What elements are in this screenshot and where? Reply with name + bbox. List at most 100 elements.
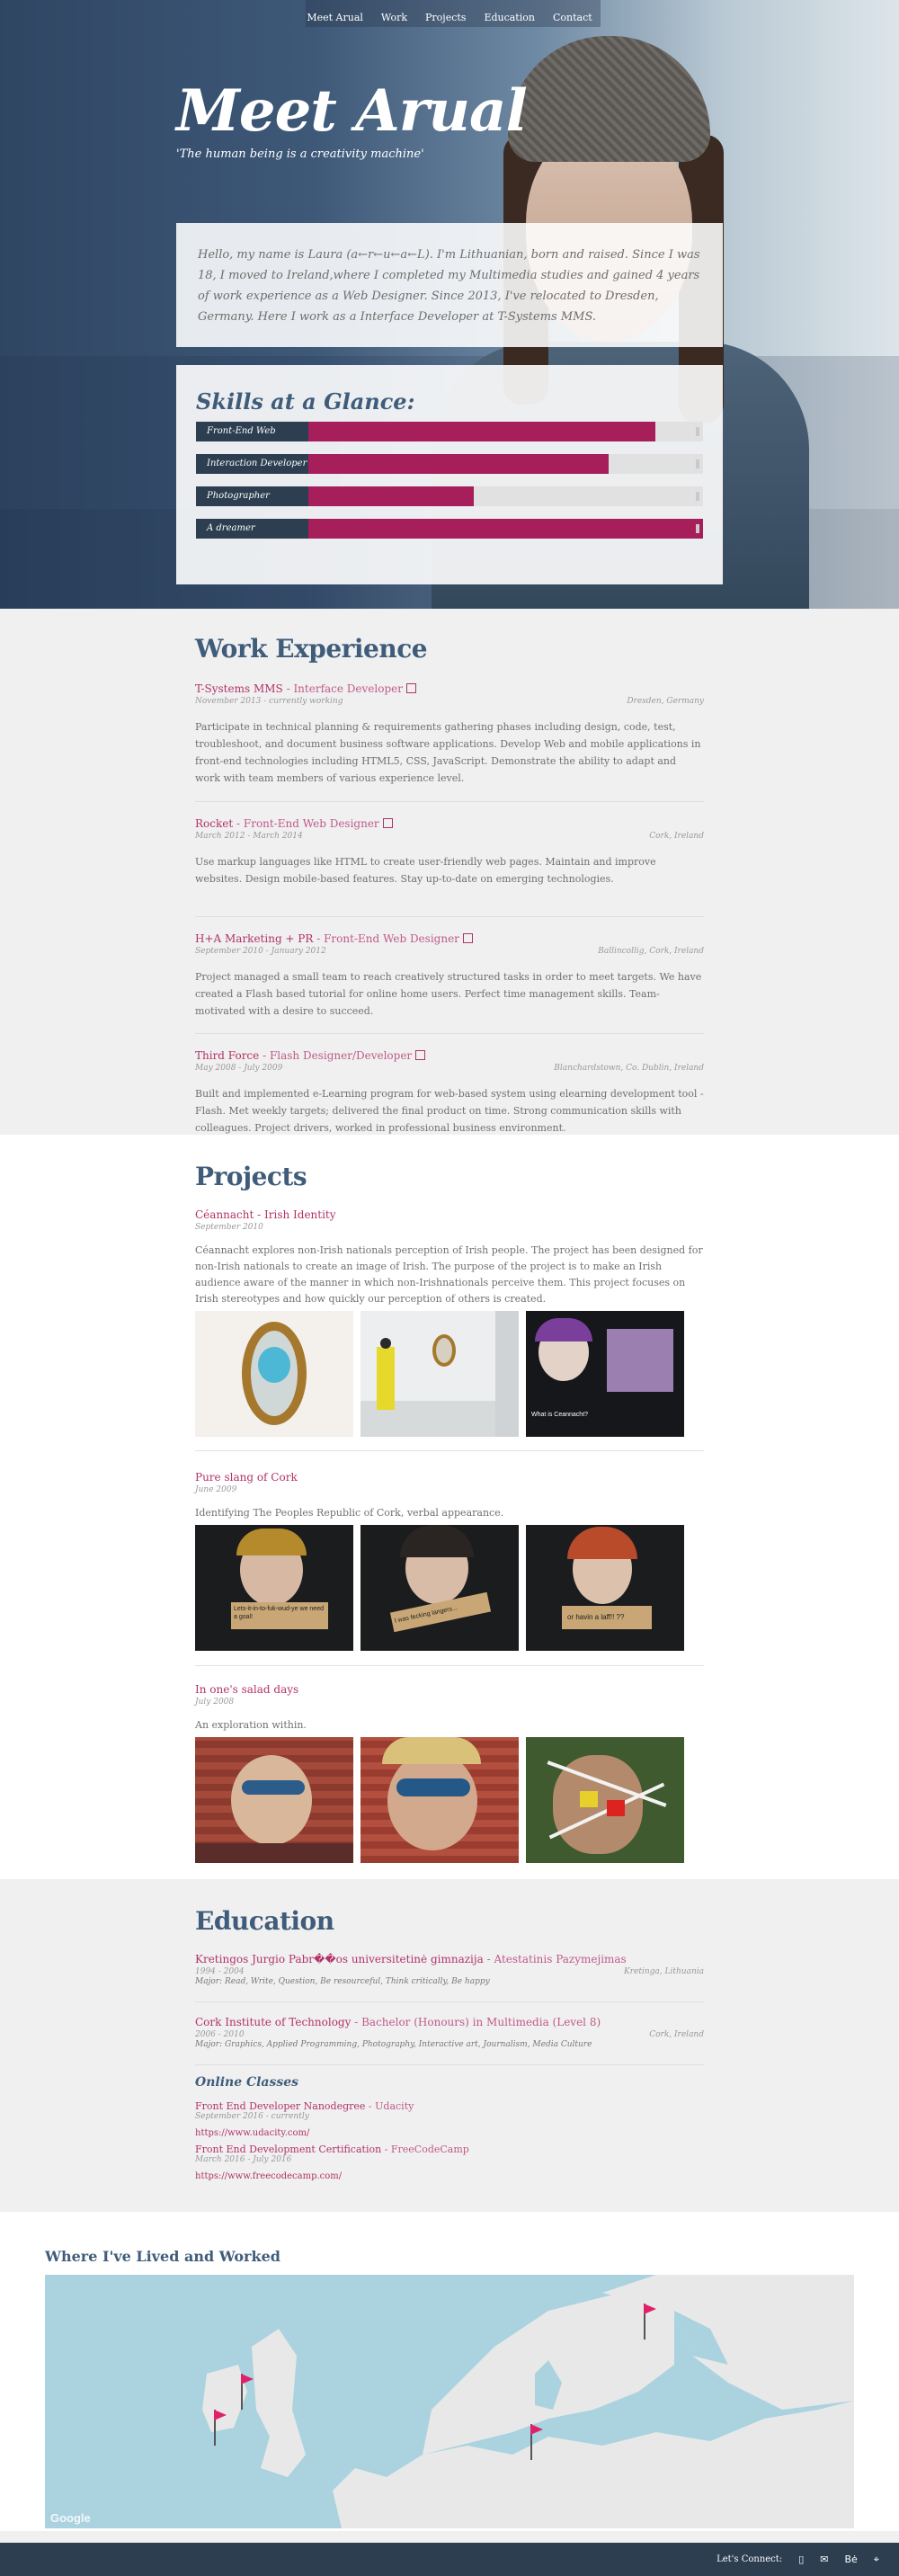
job-role[interactable]: Front-End Web Designer	[324, 932, 459, 945]
online-classes-title: Online Classes	[195, 2075, 299, 2090]
skill-label: Photographer	[196, 486, 308, 506]
job-item: Rocket - Front-End Web Designer March 201…	[195, 817, 704, 917]
job-description: Participate in technical planning & requ…	[195, 721, 701, 784]
location-icon[interactable]: ⌖	[874, 2554, 879, 2566]
school-name[interactable]: Kretingos Jurgio Pabr��os universitetinė…	[195, 1953, 484, 1965]
online-class-dates: September 2016 - currently	[195, 2112, 309, 2121]
lets-connect-label: Let's Connect:	[717, 2554, 783, 2564]
projects-title: Projects	[195, 1162, 307, 1191]
project-title[interactable]: Céannacht - Irish Identity	[195, 1208, 704, 1221]
job-company[interactable]: T-Systems MMS	[195, 682, 283, 695]
job-company[interactable]: Third Force	[195, 1049, 259, 1062]
online-class-item: Front End Developer Nanodegree - Udacity…	[195, 2100, 704, 2138]
online-class-name[interactable]: Front End Developer Nanodegree	[195, 2100, 365, 2112]
job-location: Dresden, Germany	[627, 697, 704, 706]
map[interactable]: Google	[45, 2275, 854, 2528]
project-date: July 2008	[195, 1698, 235, 1707]
project-description: An exploration within.	[195, 1719, 307, 1731]
project-thumb[interactable]	[195, 1311, 353, 1437]
project-item: Pure slang of Cork June 2009 Identifying…	[195, 1471, 704, 1521]
project-thumb[interactable]	[526, 1737, 684, 1863]
skills-title: Skills at a Glance:	[196, 388, 415, 414]
nav-link-education[interactable]: Education	[484, 12, 535, 23]
skill-bar: Interaction Developer	[196, 454, 703, 474]
hero-subtitle: 'The human being is a creativity machine…	[176, 147, 424, 161]
map-pin-kretinga[interactable]	[644, 2304, 662, 2340]
job-dates: May 2008 - July 2009	[195, 1064, 283, 1073]
mobile-icon[interactable]: ▯	[798, 2554, 804, 2565]
skill-bar: Photographer	[196, 486, 703, 506]
job-location: Ballincollig, Cork, Ireland	[598, 947, 704, 956]
online-class-url[interactable]: https://www.udacity.com/	[195, 2128, 704, 2138]
online-class-url[interactable]: https://www.freecodecamp.com/	[195, 2171, 704, 2181]
job-role[interactable]: Interface Developer	[293, 682, 403, 695]
school-name[interactable]: Cork Institute of Technology	[195, 2016, 351, 2028]
online-class-dates: March 2016 - July 2016	[195, 2155, 292, 2164]
project-thumb[interactable]: I was fecking langers...	[360, 1525, 519, 1651]
work-title: Work Experience	[195, 634, 428, 664]
online-class-provider: Udacity	[375, 2100, 414, 2112]
school-dates: 2006 - 2010	[195, 2030, 245, 2039]
external-link-icon[interactable]	[415, 1050, 426, 1060]
hero-photo-hat	[508, 36, 710, 162]
behance-icon[interactable]: Bė	[844, 2554, 857, 2565]
external-link-icon[interactable]	[462, 933, 473, 943]
skill-label: Interaction Developer	[196, 454, 308, 474]
project-item: In one's salad days July 2008 An explora…	[195, 1683, 704, 1734]
divider	[195, 1450, 704, 1451]
intro-text: Hello, my name is Laura (a←r←u←a←L). I'm…	[198, 248, 700, 324]
job-company[interactable]: Rocket	[195, 817, 233, 830]
work-section: Work Experience T-Systems MMS - Interfac…	[0, 609, 899, 1135]
skill-bar: A dreamer	[196, 519, 703, 539]
mail-icon[interactable]: ✉	[820, 2554, 828, 2565]
project-thumb[interactable]: What is Ceannacht?	[526, 1311, 684, 1437]
school-degree: Bachelor (Honours) in Multimedia (Level …	[361, 2016, 601, 2028]
hero-title: Meet Arual	[176, 77, 528, 145]
work-inner: Work Experience	[195, 634, 704, 664]
online-class-name[interactable]: Front End Development Certification	[195, 2144, 381, 2155]
job-role[interactable]: Front-End Web Designer	[244, 817, 379, 830]
project-thumb[interactable]	[360, 1311, 519, 1437]
project-description: Céannacht explores non-Irish nationals p…	[195, 1244, 703, 1305]
nav-link-meet-arual[interactable]: Meet Arual	[307, 12, 363, 23]
map-pin-dublin[interactable]	[214, 2410, 232, 2446]
school-degree: Atestatinis Pazymejimas	[494, 1953, 627, 1965]
map-land	[202, 2275, 854, 2528]
map-pin-dresden[interactable]	[530, 2424, 548, 2460]
skills-list: Front-End Web Interaction Developer Photog…	[196, 422, 703, 539]
project-thumb[interactable]	[360, 1737, 519, 1863]
nav-link-projects[interactable]: Projects	[425, 12, 466, 23]
job-role[interactable]: Flash Designer/Developer	[270, 1049, 412, 1062]
project-title[interactable]: Pure slang of Cork	[195, 1471, 704, 1484]
nav-link-contact[interactable]: Contact	[553, 12, 592, 23]
top-nav: Meet Arual Work Projects Education Conta…	[0, 0, 899, 34]
job-description: Built and implemented e-Learning program…	[195, 1088, 704, 1134]
project-date: September 2010	[195, 1223, 263, 1232]
projects-section: Projects Céannacht - Irish Identity Sept…	[0, 1135, 899, 1879]
project-thumb[interactable]	[195, 1737, 353, 1863]
nav-link-work[interactable]: Work	[381, 12, 407, 23]
job-location: Cork, Ireland	[649, 832, 704, 841]
project-thumb[interactable]: or havin a laff!! ??	[526, 1525, 684, 1651]
project-thumbs	[195, 1737, 684, 1863]
online-classes: Online Classes Front End Developer Nanod…	[195, 2075, 704, 2181]
skill-track-end	[696, 492, 699, 501]
education-section: Education Kretingos Jurgio Pabr��os univ…	[0, 1879, 899, 2212]
project-thumbs: What is Ceannacht?	[195, 1311, 684, 1437]
job-company[interactable]: H+A Marketing + PR	[195, 932, 313, 945]
project-title[interactable]: In one's salad days	[195, 1683, 704, 1696]
map-pin-cork[interactable]	[241, 2374, 259, 2410]
skill-fill	[308, 486, 474, 506]
skill-track-end	[696, 427, 699, 436]
slang-sign: or havin a laff!! ??	[562, 1606, 652, 1629]
skill-label: A dreamer	[196, 519, 308, 539]
skills-box: Skills at a Glance: Front-End Web Interac…	[176, 365, 723, 584]
job-dates: September 2010 - January 2012	[195, 947, 326, 956]
skill-fill	[308, 454, 609, 474]
divider	[195, 2001, 704, 2002]
project-thumb[interactable]: Lets-it-in-to-fuk-wud-ye we need a goal!	[195, 1525, 353, 1651]
external-link-icon[interactable]	[405, 683, 416, 693]
project-thumbs: Lets-it-in-to-fuk-wud-ye we need a goal!…	[195, 1525, 684, 1651]
school-location: Cork, Ireland	[649, 2030, 704, 2039]
external-link-icon[interactable]	[382, 818, 393, 828]
